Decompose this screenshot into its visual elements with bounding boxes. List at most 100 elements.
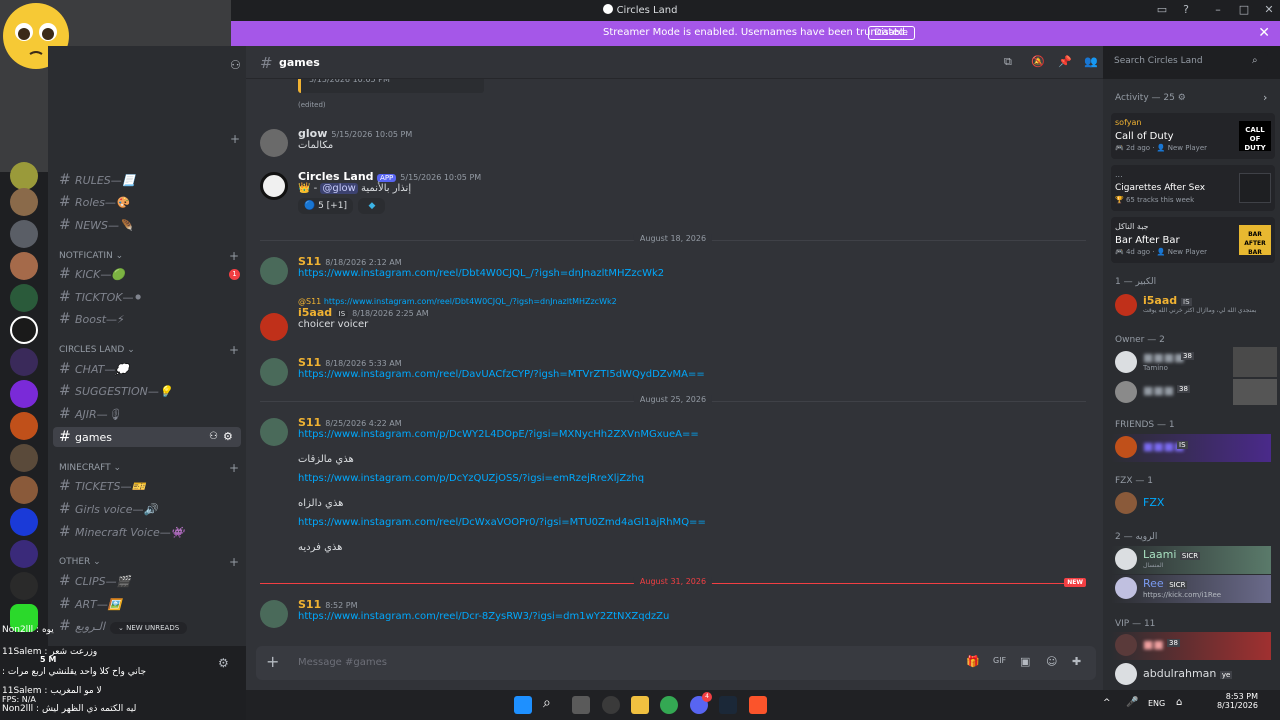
server-icon-13[interactable] bbox=[10, 540, 38, 568]
member-row[interactable]: ■■ 38 bbox=[1111, 632, 1271, 660]
reply-preview[interactable]: @S11 https://www.instagram.com/reel/Dbt4… bbox=[298, 297, 1088, 306]
member-row[interactable]: Laami SICR المنسال bbox=[1111, 546, 1271, 574]
message-input[interactable]: Message #games bbox=[298, 657, 387, 668]
server-icon-14[interactable] bbox=[10, 572, 38, 600]
chevron-right-icon[interactable]: › bbox=[1263, 91, 1267, 104]
close-icon[interactable]: ✕ bbox=[1258, 25, 1270, 41]
channel-girls-voice[interactable]: # Girls voice—🔊 bbox=[59, 499, 239, 519]
message-link[interactable]: https://www.instagram.com/reel/DcWxaVOOP… bbox=[298, 517, 1088, 528]
server-icon-4[interactable] bbox=[10, 252, 38, 280]
avatar[interactable] bbox=[260, 600, 288, 628]
avatar[interactable] bbox=[260, 257, 288, 285]
add-channel-icon[interactable]: + bbox=[229, 555, 239, 569]
channel-clips[interactable]: # CLIPS—🎬 bbox=[59, 571, 239, 591]
member-list-icon[interactable]: 👥 bbox=[1084, 55, 1098, 68]
message-link[interactable]: https://www.instagram.com/p/DcYzQUZjOSS/… bbox=[298, 473, 1088, 484]
language-indicator[interactable]: ENG bbox=[1148, 699, 1165, 708]
disable-button[interactable]: Disable bbox=[867, 26, 915, 40]
channel-rules[interactable]: # RULES—📃 bbox=[59, 170, 239, 190]
sticker-icon[interactable]: ▣ bbox=[1020, 655, 1030, 668]
server-icon-10[interactable] bbox=[10, 444, 38, 472]
category-other[interactable]: OTHER ⌄ + bbox=[59, 555, 239, 569]
category-notfication[interactable]: NOTFICATIN ⌄ + bbox=[59, 249, 239, 263]
avatar[interactable] bbox=[260, 313, 288, 341]
server-icon-9[interactable] bbox=[10, 412, 38, 440]
member-row[interactable]: FZX bbox=[1111, 490, 1271, 518]
search-icon[interactable]: ⌕ bbox=[543, 695, 551, 711]
activity-card[interactable]: ... Cigarettes After Sex 🏆 65 tracks thi… bbox=[1111, 165, 1275, 211]
channel-roles[interactable]: # Roles—🎨 bbox=[59, 192, 239, 212]
message-link[interactable]: https://www.instagram.com/reel/Dbt4W0CJQ… bbox=[298, 268, 1088, 279]
mention[interactable]: @glow bbox=[320, 183, 358, 194]
channel-art[interactable]: # ART—🖼️ bbox=[59, 594, 239, 614]
add-channel-icon[interactable]: + bbox=[229, 461, 239, 475]
gift-icon[interactable]: 🎁 bbox=[966, 655, 980, 668]
search-bar[interactable]: Search Circles Land ⌕ bbox=[1108, 52, 1268, 72]
username[interactable]: glow bbox=[298, 127, 327, 140]
channel-games[interactable]: # games ⚇ ⚙ bbox=[53, 427, 241, 447]
steam-icon[interactable] bbox=[719, 696, 737, 714]
message-link[interactable]: https://www.instagram.com/p/DcWY2L4DOpE/… bbox=[298, 429, 1088, 440]
obs-icon[interactable] bbox=[602, 696, 620, 714]
avatar[interactable] bbox=[260, 358, 288, 386]
channel-kick[interactable]: # KICK—🟢 1 bbox=[59, 264, 240, 284]
channel-ajir[interactable]: # AJIR—🎙 bbox=[59, 404, 239, 424]
add-channel-icon[interactable]: + bbox=[230, 132, 240, 146]
member-row[interactable]: ■■■ 38 bbox=[1111, 379, 1277, 407]
help-icon[interactable]: ? bbox=[1179, 3, 1193, 17]
gear-icon[interactable]: ⚙ bbox=[223, 427, 233, 447]
avatar[interactable] bbox=[260, 418, 288, 446]
task-view-icon[interactable] bbox=[572, 696, 590, 714]
activity-card[interactable]: جبة الناكل Bar After Bar 🎮 4d ago · 👤 Ne… bbox=[1111, 217, 1275, 263]
message-link[interactable]: https://www.instagram.com/reel/Dcr-8ZysR… bbox=[298, 611, 1088, 622]
add-channel-icon[interactable]: + bbox=[229, 249, 239, 263]
username[interactable]: S11 bbox=[298, 416, 321, 429]
activity-card[interactable]: sofyan Call of Duty 🎮 2d ago · 👤 New Pla… bbox=[1111, 113, 1275, 159]
username[interactable]: Circles Land bbox=[298, 170, 374, 183]
avatar[interactable] bbox=[260, 172, 288, 200]
network-icon[interactable]: ⌂ bbox=[1176, 697, 1182, 708]
channel-news[interactable]: # NEWS—🪶 bbox=[59, 215, 239, 235]
maximize-icon[interactable]: □ bbox=[1237, 3, 1251, 17]
channel-minecraft-voice[interactable]: # Minecraft Voice—👾 bbox=[59, 522, 239, 542]
username[interactable]: S11 bbox=[298, 356, 321, 369]
gif-icon[interactable]: GIF bbox=[993, 656, 1006, 665]
pin-icon[interactable]: 📌 bbox=[1058, 55, 1072, 68]
minimize-icon[interactable]: – bbox=[1211, 3, 1225, 17]
server-icon-12[interactable] bbox=[10, 508, 38, 536]
username[interactable]: S11 bbox=[298, 255, 321, 268]
add-channel-icon[interactable]: + bbox=[229, 343, 239, 357]
mic-icon[interactable]: 🎤 bbox=[1126, 697, 1138, 708]
server-icon-6[interactable] bbox=[10, 316, 38, 344]
channel-tickets[interactable]: # TICKETS—🎫 bbox=[59, 476, 239, 496]
reaction[interactable]: 🔵 5 [+1] bbox=[298, 198, 353, 214]
clock[interactable]: 8:53 PM 8/31/2026 bbox=[1208, 692, 1258, 710]
add-member-icon[interactable]: ⚇ bbox=[230, 58, 241, 72]
channel-ticktok[interactable]: # TICKTOK—⚫ bbox=[59, 287, 239, 307]
server-icon-1[interactable] bbox=[10, 162, 38, 190]
search-input[interactable]: Search Circles Land bbox=[1114, 56, 1203, 66]
member-row[interactable]: ■■■■ 38 Tamino bbox=[1111, 347, 1277, 377]
invite-icon[interactable]: ⚇ bbox=[209, 427, 218, 447]
server-icon-7[interactable] bbox=[10, 348, 38, 376]
brave-icon[interactable] bbox=[749, 696, 767, 714]
member-row[interactable]: i5aad IS بمنجدي الله لي، وماازال اكثر خر… bbox=[1111, 292, 1271, 320]
server-icon-3[interactable] bbox=[10, 220, 38, 248]
member-row[interactable]: Ree SICR https://kick.com/i1Ree bbox=[1111, 575, 1271, 603]
server-icon-5[interactable] bbox=[10, 284, 38, 312]
username[interactable]: i5aad bbox=[298, 306, 332, 319]
mute-icon[interactable]: 🔕 bbox=[1031, 55, 1045, 68]
channel-chat[interactable]: # CHAT—💭 bbox=[59, 359, 239, 379]
category-circles-land[interactable]: CIRCLES LAND ⌄ + bbox=[59, 343, 239, 357]
windows-start-icon[interactable] bbox=[514, 696, 532, 714]
server-icon-11[interactable] bbox=[10, 476, 38, 504]
activity-header[interactable]: Activity — 25 ⚙ bbox=[1115, 93, 1186, 103]
add-reaction-icon[interactable]: ◆ bbox=[358, 198, 386, 214]
chrome-icon[interactable] bbox=[660, 696, 678, 714]
attach-icon[interactable]: + bbox=[266, 652, 279, 671]
channel-boost[interactable]: # Boost—⚡ bbox=[59, 309, 239, 329]
username[interactable]: S11 bbox=[298, 598, 321, 611]
inbox-icon[interactable]: ▭ bbox=[1155, 3, 1169, 17]
close-window-icon[interactable]: ✕ bbox=[1262, 3, 1276, 17]
emoji-icon[interactable]: ☺ bbox=[1046, 655, 1057, 668]
